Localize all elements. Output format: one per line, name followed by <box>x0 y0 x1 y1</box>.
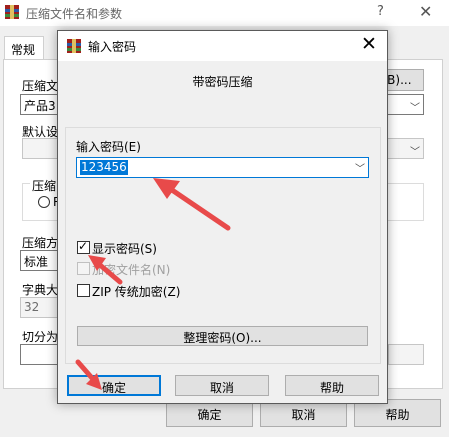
show-password-label[interactable]: 显示密码(S) <box>92 240 157 257</box>
ok-button[interactable]: 确定 <box>67 375 161 396</box>
chevron-down-icon[interactable]: ﹀ <box>355 160 365 175</box>
password-input[interactable]: 123456 ﹀ <box>76 157 369 178</box>
encrypt-filenames-checkbox[interactable] <box>77 262 90 275</box>
cancel-button[interactable]: 取消 <box>175 375 269 396</box>
update-mode-combo[interactable] <box>388 344 424 365</box>
enter-password-dialog: 输入密码 ✕ 带密码压缩 输入密码(E) 123456 ﹀ 显示密码(S) 加密… <box>57 30 388 404</box>
help-icon[interactable]: ? <box>377 4 384 19</box>
encrypt-filenames-label[interactable]: 加密文件名(N) <box>92 261 170 278</box>
password-value: 123456 <box>80 160 128 175</box>
winrar-icon <box>5 5 19 19</box>
archive-name-value: 产品3 <box>24 99 56 113</box>
parent-title: 压缩文件名和参数 <box>26 7 123 21</box>
format-group-label: 压缩 <box>30 177 59 194</box>
organize-passwords-button[interactable]: 整理密码(O)... <box>77 326 368 346</box>
chevron-down-icon[interactable]: ﹀ <box>410 99 420 114</box>
password-label: 输入密码(E) <box>76 140 141 154</box>
password-dialog-title: 输入密码 <box>88 40 137 54</box>
parent-titlebar: 压缩文件名和参数 ? ✕ <box>0 0 449 26</box>
method-label: 压缩方 <box>22 236 59 250</box>
show-password-checkbox[interactable] <box>77 239 90 254</box>
close-icon[interactable]: ✕ <box>419 2 432 21</box>
zip-legacy-encryption-label[interactable]: ZIP 传统加密(Z) <box>92 283 180 300</box>
winrar-icon <box>67 39 81 53</box>
dict-size-value: 32 <box>24 300 40 314</box>
format-radio[interactable] <box>38 196 50 208</box>
dict-size-label: 字典大 <box>22 283 59 297</box>
method-value: 标准 <box>24 255 49 269</box>
password-dialog-subtitle: 带密码压缩 <box>192 75 253 89</box>
password-dialog-titlebar: 输入密码 ✕ <box>58 31 387 61</box>
help-button[interactable]: 帮助 <box>285 375 379 396</box>
tab-general[interactable]: 常规 <box>4 36 44 60</box>
archive-name-label: 压缩文 <box>22 79 59 93</box>
split-label: 切分为 <box>22 330 59 344</box>
close-icon[interactable]: ✕ <box>361 33 377 55</box>
zip-legacy-encryption-checkbox[interactable] <box>77 284 90 297</box>
chevron-down-icon[interactable]: ﹀ <box>410 143 420 158</box>
